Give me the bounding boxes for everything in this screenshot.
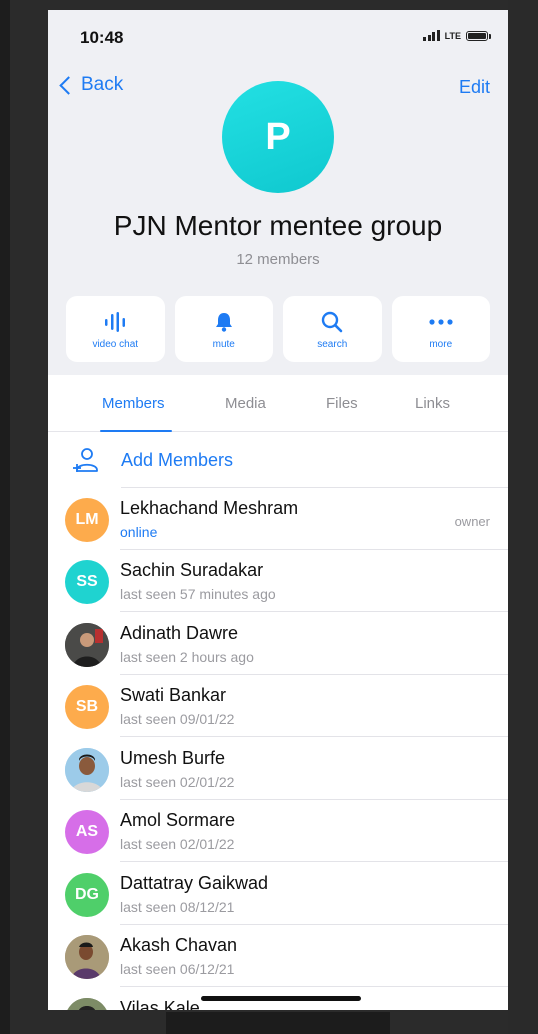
back-button[interactable]: Back	[56, 74, 123, 96]
back-label: Back	[81, 74, 124, 95]
member-name: Lekhachand Meshram	[120, 498, 299, 518]
group-avatar[interactable]: P	[222, 81, 334, 193]
add-members-button[interactable]: Add Members	[48, 432, 508, 488]
member-name: Sachin Suradakar	[120, 560, 264, 580]
video-chat-label: video chat	[92, 338, 139, 350]
network-type: LTE	[444, 30, 461, 41]
more-icon	[428, 309, 454, 335]
member-name: Umesh Burfe	[120, 748, 226, 768]
divider	[120, 986, 508, 987]
member-status: last seen 06/12/21	[120, 961, 235, 977]
member-name: Akash Chavan	[120, 935, 238, 955]
member-name: Dattatray Gaikwad	[120, 873, 269, 893]
tab-members[interactable]: Members	[102, 395, 165, 412]
tab-links[interactable]: Links	[415, 395, 450, 412]
divider	[120, 736, 508, 737]
group-title: PJN Mentor mentee group	[113, 210, 443, 241]
search-label: search	[317, 338, 348, 350]
member-status: last seen 08/12/21	[120, 899, 235, 915]
battery-icon	[466, 30, 491, 41]
home-indicator	[201, 996, 361, 1001]
member-row[interactable]: LM Lekhachand Meshram online owner	[48, 488, 508, 550]
status-indicators: LTE	[423, 30, 491, 41]
member-name: Swati Bankar	[120, 685, 227, 705]
screen-frame-left	[0, 0, 10, 1034]
member-name: Adinath Dawre	[120, 623, 239, 643]
member-row[interactable]: Adinath Dawre last seen 2 hours ago	[48, 613, 508, 675]
member-status: last seen 57 minutes ago	[120, 586, 276, 602]
chevron-left-icon	[59, 75, 78, 95]
tab-media[interactable]: Media	[225, 395, 266, 412]
member-name: Amol Sormare	[120, 810, 236, 830]
member-name: Vilas Kale	[120, 998, 200, 1010]
status-bar: 10:48 LTE	[48, 10, 508, 60]
member-status: last seen 2 hours ago	[120, 649, 254, 665]
screen-frame-right	[508, 0, 538, 1034]
member-status: last seen 09/01/22	[120, 711, 235, 727]
video-chat-button[interactable]: video chat	[66, 296, 165, 362]
phone-screen: 10:48 LTE Back Edit P PJN Mentor mentee …	[48, 10, 508, 1010]
member-status: last seen 02/01/22	[120, 774, 235, 790]
signal-icon	[423, 30, 440, 41]
mute-label: mute	[212, 338, 235, 350]
member-row[interactable]: SS Sachin Suradakar last seen 57 minutes…	[48, 550, 508, 612]
member-status: online	[120, 524, 158, 540]
more-label: more	[429, 338, 453, 350]
avatar: DG	[65, 873, 109, 917]
divider	[120, 861, 508, 862]
add-user-icon	[72, 446, 100, 481]
member-row[interactable]: DG Dattatray Gaikwad last seen 08/12/21	[48, 863, 508, 925]
tab-bar: Members Media Files Links	[48, 375, 508, 432]
avatar	[65, 748, 109, 792]
member-role: owner	[454, 514, 490, 529]
bottom-bezel	[166, 1012, 390, 1034]
action-buttons: video chat mute search more	[66, 296, 490, 362]
avatar	[65, 998, 109, 1010]
avatar: AS	[65, 810, 109, 854]
member-row[interactable]: SB Swati Bankar last seen 09/01/22	[48, 675, 508, 737]
tab-files[interactable]: Files	[326, 395, 358, 412]
bell-icon	[213, 309, 235, 335]
avatar: SS	[65, 560, 109, 604]
avatar	[65, 935, 109, 979]
member-row[interactable]: Umesh Burfe last seen 02/01/22	[48, 738, 508, 800]
video-chat-icon	[102, 309, 128, 335]
avatar: SB	[65, 685, 109, 729]
member-row[interactable]: Akash Chavan last seen 06/12/21	[48, 925, 508, 987]
more-button[interactable]: more	[391, 296, 490, 362]
mute-button[interactable]: mute	[174, 296, 273, 362]
avatar: LM	[65, 498, 109, 542]
member-row[interactable]: AS Amol Sormare last seen 02/01/22	[48, 800, 508, 862]
edit-button[interactable]: Edit	[459, 77, 490, 98]
divider	[120, 611, 508, 612]
search-button[interactable]: search	[283, 296, 382, 362]
add-members-label: Add Members	[121, 450, 234, 470]
status-time: 10:48	[80, 28, 124, 47]
member-count: 12 members	[236, 251, 320, 268]
member-status: last seen 02/01/22	[120, 836, 235, 852]
avatar	[65, 623, 109, 667]
search-icon	[320, 309, 344, 335]
